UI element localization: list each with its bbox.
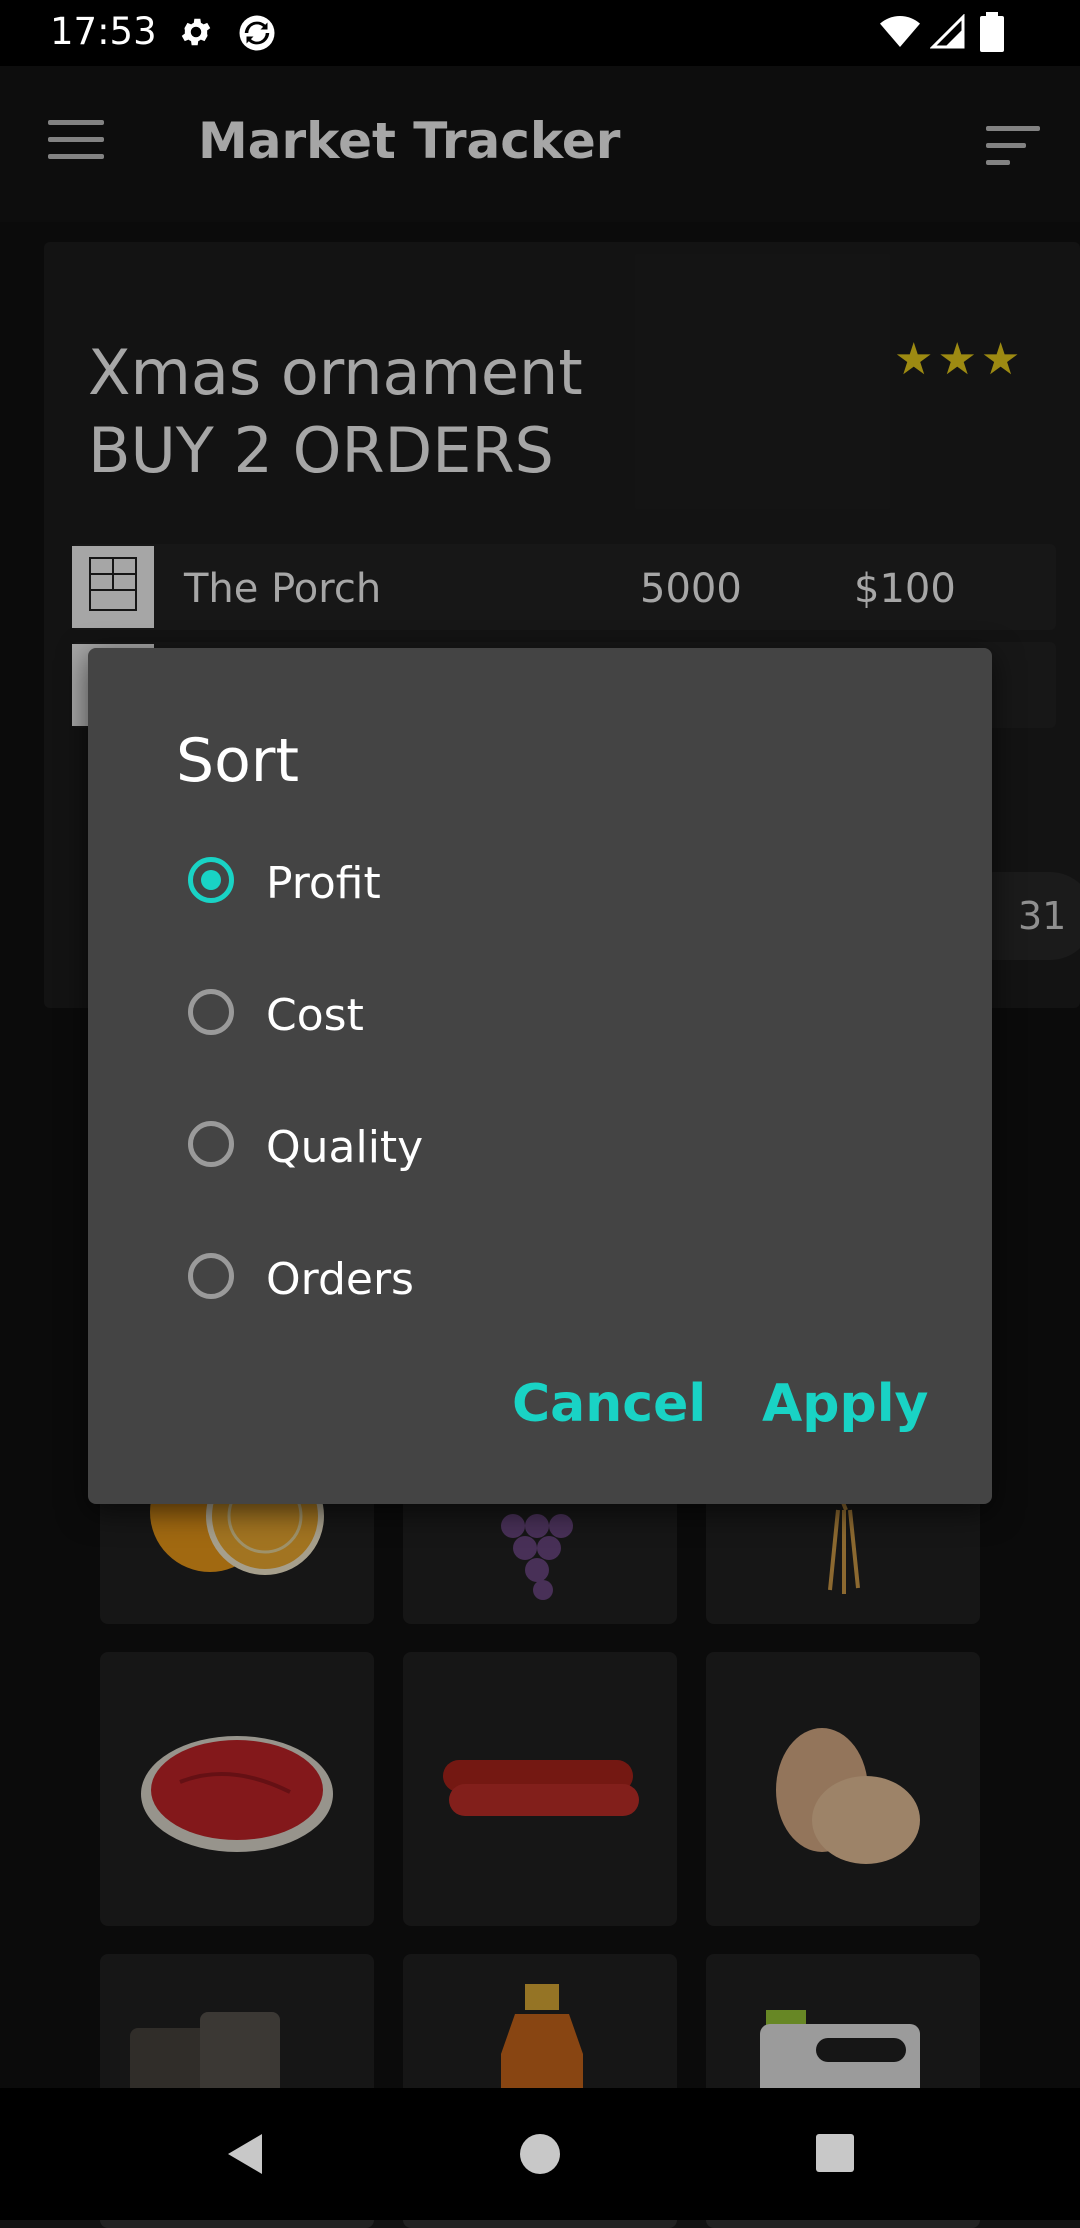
radio-unselected-icon[interactable] (188, 989, 234, 1035)
navigation-bar (0, 2088, 1080, 2220)
radio-unselected-icon[interactable] (188, 1121, 234, 1167)
signal-icon (930, 14, 965, 49)
cancel-button[interactable]: Cancel (512, 1374, 706, 1434)
sync-icon (239, 15, 275, 51)
sort-option-cost[interactable]: Cost (188, 978, 888, 1058)
sort-option-profit[interactable]: Profit (188, 846, 888, 926)
option-label: Orders (266, 1254, 414, 1305)
battery-icon (980, 12, 1004, 52)
radio-selected-icon[interactable] (188, 857, 234, 903)
radio-unselected-icon[interactable] (188, 1253, 234, 1299)
apply-button[interactable]: Apply (762, 1374, 928, 1434)
settings-gear-icon (181, 18, 211, 46)
status-bar: 17:53 (0, 0, 1080, 66)
option-label: Profit (266, 858, 381, 909)
dialog-title: Sort (176, 726, 299, 796)
wifi-icon (880, 16, 920, 47)
recents-icon[interactable] (814, 2132, 856, 2174)
home-icon[interactable] (518, 2132, 562, 2176)
sort-option-orders[interactable]: Orders (188, 1242, 888, 1322)
status-time: 17:53 (50, 10, 157, 53)
option-label: Cost (266, 990, 364, 1041)
sort-option-quality[interactable]: Quality (188, 1110, 888, 1190)
back-icon[interactable] (222, 2130, 266, 2178)
sort-dialog: Sort Profit Cost Quality Orders Cancel A… (88, 648, 992, 1504)
option-label: Quality (266, 1122, 424, 1173)
